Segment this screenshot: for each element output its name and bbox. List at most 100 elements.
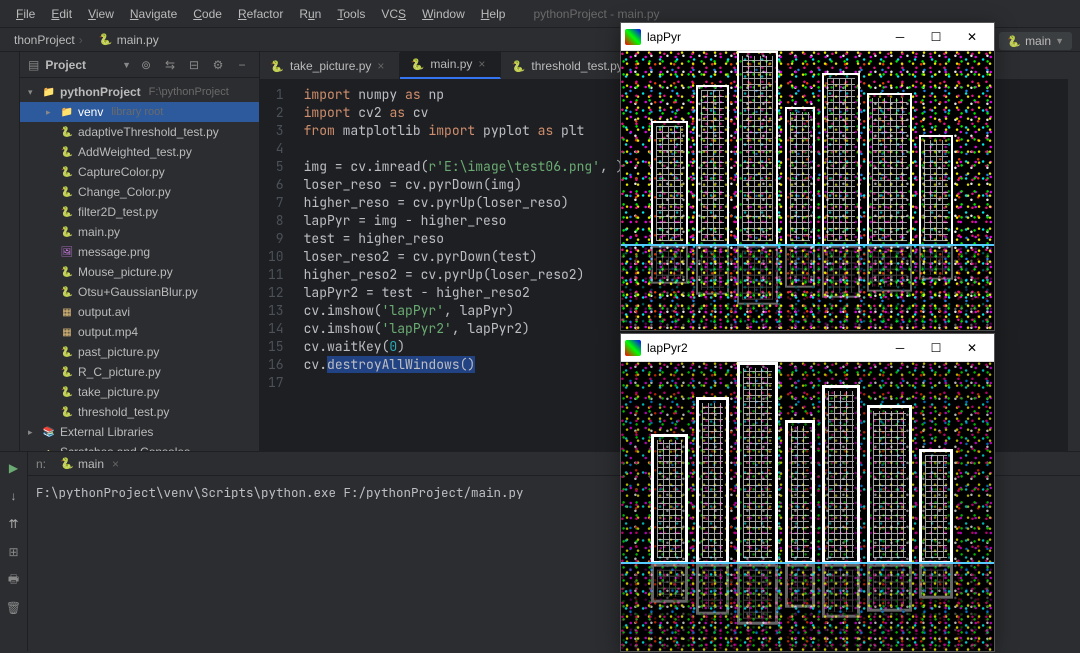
- py-file-icon: 🐍: [60, 187, 74, 198]
- tree-root[interactable]: ▾ 📁 pythonProject F:\pythonProject: [20, 82, 259, 102]
- media-file-icon: ▦: [60, 327, 74, 338]
- tree-file[interactable]: ▦output.mp4: [20, 322, 259, 342]
- window-titlebar[interactable]: lapPyr ─ ☐ ✕: [621, 23, 994, 51]
- tree-file[interactable]: 🐍main.py: [20, 222, 259, 242]
- python-icon: 🐍: [270, 59, 284, 73]
- python-icon: 🐍: [99, 33, 113, 47]
- tree-file[interactable]: 🐍past_picture.py: [20, 342, 259, 362]
- collapse-icon[interactable]: ⊟: [185, 56, 203, 74]
- run-config-selector[interactable]: 🐍 main ▼: [999, 32, 1072, 50]
- py-file-icon: 🐍: [60, 407, 74, 418]
- hide-icon[interactable]: −: [233, 56, 251, 74]
- gear-icon[interactable]: ⚙: [209, 56, 227, 74]
- maximize-button[interactable]: ☐: [918, 336, 954, 360]
- expand-arrow-icon[interactable]: ▸: [46, 107, 56, 118]
- tree-file[interactable]: 🐍R_C_picture.py: [20, 362, 259, 382]
- breadcrumb-project[interactable]: thonProject ›: [8, 31, 89, 49]
- opencv-window[interactable]: lapPyr ─ ☐ ✕: [620, 22, 995, 331]
- menu-edit[interactable]: Edit: [43, 3, 80, 25]
- close-button[interactable]: ✕: [954, 336, 990, 360]
- breadcrumb-file[interactable]: 🐍 main.py: [93, 31, 165, 49]
- project-panel-title: Project: [45, 58, 116, 72]
- img-file-icon: 🖼: [60, 247, 74, 258]
- menu-file[interactable]: File: [8, 3, 43, 25]
- opencv-window[interactable]: lapPyr2 ─ ☐ ✕: [620, 333, 995, 652]
- chevron-down-icon: ▼: [1055, 36, 1064, 46]
- run-label: n:: [36, 457, 46, 471]
- py-file-icon: 🐍: [60, 287, 74, 298]
- tree-venv[interactable]: ▸ 📁 venv library root: [20, 102, 259, 122]
- opencv-icon: [625, 340, 641, 356]
- project-tree[interactable]: ▾ 📁 pythonProject F:\pythonProject ▸ 📁 v…: [20, 78, 259, 451]
- close-icon[interactable]: ×: [478, 57, 490, 71]
- py-file-icon: 🐍: [60, 167, 74, 178]
- line-gutter: 1234567891011121314151617: [260, 80, 294, 451]
- close-button[interactable]: ✕: [954, 25, 990, 49]
- editor-tab[interactable]: 🐍take_picture.py×: [260, 53, 400, 79]
- menu-refactor[interactable]: Refactor: [230, 3, 291, 25]
- window-titlebar[interactable]: lapPyr2 ─ ☐ ✕: [621, 334, 994, 362]
- chevron-down-icon[interactable]: ▼: [122, 60, 131, 70]
- tree-file[interactable]: 🐍adaptiveThreshold_test.py: [20, 122, 259, 142]
- tree-file[interactable]: 🐍CaptureColor.py: [20, 162, 259, 182]
- run-toolbar: ▶ ↓ ⇈ ⊞ 🖶 🗑: [0, 452, 28, 651]
- tree-file[interactable]: 🐍Mouse_picture.py: [20, 262, 259, 282]
- print-button[interactable]: 🖶: [4, 570, 24, 590]
- close-icon[interactable]: ×: [112, 457, 119, 471]
- image-content: [621, 362, 994, 651]
- window-title: pythonProject - main.py: [533, 7, 659, 21]
- chevron-right-icon: ›: [79, 33, 83, 47]
- trash-button[interactable]: 🗑: [4, 598, 24, 618]
- tree-file[interactable]: 🐍filter2D_test.py: [20, 202, 259, 222]
- editor-tab[interactable]: 🐍main.py×: [400, 51, 501, 79]
- opencv-icon: [625, 29, 641, 45]
- menu-code[interactable]: Code: [185, 3, 230, 25]
- menu-navigate[interactable]: Navigate: [122, 3, 185, 25]
- menu-window[interactable]: Window: [414, 3, 473, 25]
- py-file-icon: 🐍: [60, 207, 74, 218]
- tree-file[interactable]: 🐍Change_Color.py: [20, 182, 259, 202]
- tree-file[interactable]: 🐍take_picture.py: [20, 382, 259, 402]
- menu-view[interactable]: View: [80, 3, 122, 25]
- close-icon[interactable]: ×: [377, 59, 389, 73]
- tree-scratches[interactable]: ▸ ◐ Scratches and Consoles: [20, 442, 259, 451]
- layout-button[interactable]: ⊞: [4, 542, 24, 562]
- maximize-button[interactable]: ☐: [918, 25, 954, 49]
- project-tool-window: ▤ Project ▼ ⊚ ⇆ ⊟ ⚙ − ▾ 📁 pythonProject …: [20, 52, 260, 451]
- project-panel-header: ▤ Project ▼ ⊚ ⇆ ⊟ ⚙ −: [20, 52, 259, 78]
- menu-vcs[interactable]: VCS: [373, 3, 414, 25]
- library-icon: 📚: [42, 427, 56, 438]
- left-stripe: [0, 52, 20, 451]
- expand-arrow-icon[interactable]: ▸: [28, 427, 38, 438]
- tree-file[interactable]: 🐍AddWeighted_test.py: [20, 142, 259, 162]
- python-icon: 🐍: [1007, 34, 1021, 48]
- py-file-icon: 🐍: [60, 267, 74, 278]
- window-title: lapPyr2: [647, 341, 882, 355]
- py-file-icon: 🐍: [60, 387, 74, 398]
- tree-external-libs[interactable]: ▸ 📚 External Libraries: [20, 422, 259, 442]
- code-content[interactable]: import numpy as npimport cv2 as cvfrom m…: [294, 80, 634, 451]
- minimize-button[interactable]: ─: [882, 25, 918, 49]
- window-title: lapPyr: [647, 30, 882, 44]
- folder-icon: 📁: [42, 87, 56, 98]
- py-file-icon: 🐍: [60, 127, 74, 138]
- python-icon: 🐍: [511, 59, 525, 73]
- menu-tools[interactable]: Tools: [329, 3, 373, 25]
- rerun-button[interactable]: ▶: [4, 458, 24, 478]
- up-button[interactable]: ⇈: [4, 514, 24, 534]
- expand-arrow-icon[interactable]: ▾: [28, 87, 38, 98]
- menu-help[interactable]: Help: [473, 3, 514, 25]
- target-icon[interactable]: ⊚: [137, 56, 155, 74]
- python-icon: 🐍: [410, 57, 424, 71]
- stop-button[interactable]: ↓: [4, 486, 24, 506]
- tree-file[interactable]: ▦output.avi: [20, 302, 259, 322]
- menu-run[interactable]: Run: [291, 3, 329, 25]
- tree-file[interactable]: 🐍threshold_test.py: [20, 402, 259, 422]
- run-tab-main[interactable]: 🐍 main ×: [52, 455, 127, 473]
- tree-file[interactable]: 🖼message.png: [20, 242, 259, 262]
- py-file-icon: 🐍: [60, 347, 74, 358]
- editor-scrollbar[interactable]: [1068, 52, 1080, 451]
- minimize-button[interactable]: ─: [882, 336, 918, 360]
- tree-file[interactable]: 🐍Otsu+GaussianBlur.py: [20, 282, 259, 302]
- expand-icon[interactable]: ⇆: [161, 56, 179, 74]
